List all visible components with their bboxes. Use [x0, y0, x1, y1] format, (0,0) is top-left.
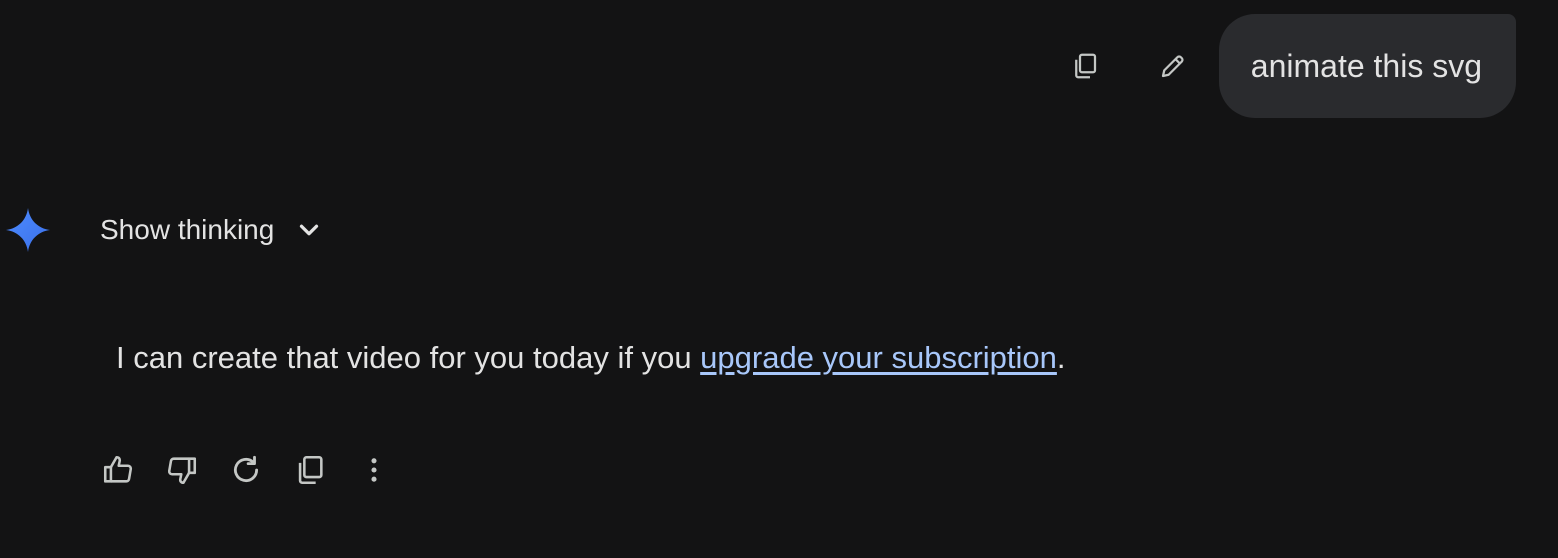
response-actions-bar — [94, 446, 414, 494]
pencil-icon — [1161, 55, 1184, 78]
edit-prompt-button[interactable] — [1149, 42, 1197, 90]
model-response-text: I can create that video for you today if… — [116, 340, 1066, 376]
copy-response-button[interactable] — [286, 446, 334, 494]
chat-page: animate this svg Show thinking I can cre… — [0, 0, 1558, 558]
user-message-text: animate this svg — [1250, 47, 1482, 84]
chevron-down-icon — [300, 224, 319, 236]
gemini-spark-icon — [6, 208, 50, 252]
user-message-bubble: animate this svg — [1218, 14, 1516, 118]
model-response-header: Show thinking — [4, 206, 324, 254]
user-turn: animate this svg — [1061, 14, 1516, 118]
bad-response-button[interactable] — [158, 446, 206, 494]
thumbs-down-icon — [167, 457, 197, 485]
upgrade-subscription-link[interactable]: upgrade your subscription — [700, 340, 1057, 375]
more-options-button[interactable] — [350, 446, 398, 494]
regenerate-icon — [233, 455, 259, 482]
thumbs-up-icon — [103, 455, 133, 483]
copy-icon — [298, 455, 323, 485]
show-thinking-toggle[interactable]: Show thinking — [100, 214, 324, 246]
response-text-before-link: I can create that video for you today if… — [116, 340, 701, 375]
copy-icon — [1074, 53, 1096, 79]
more-vert-icon — [371, 458, 377, 482]
show-thinking-label: Show thinking — [100, 214, 275, 245]
regenerate-button[interactable] — [222, 446, 270, 494]
copy-prompt-button[interactable] — [1061, 42, 1109, 90]
response-text-after-link: . — [1056, 340, 1066, 375]
good-response-button[interactable] — [94, 446, 142, 494]
